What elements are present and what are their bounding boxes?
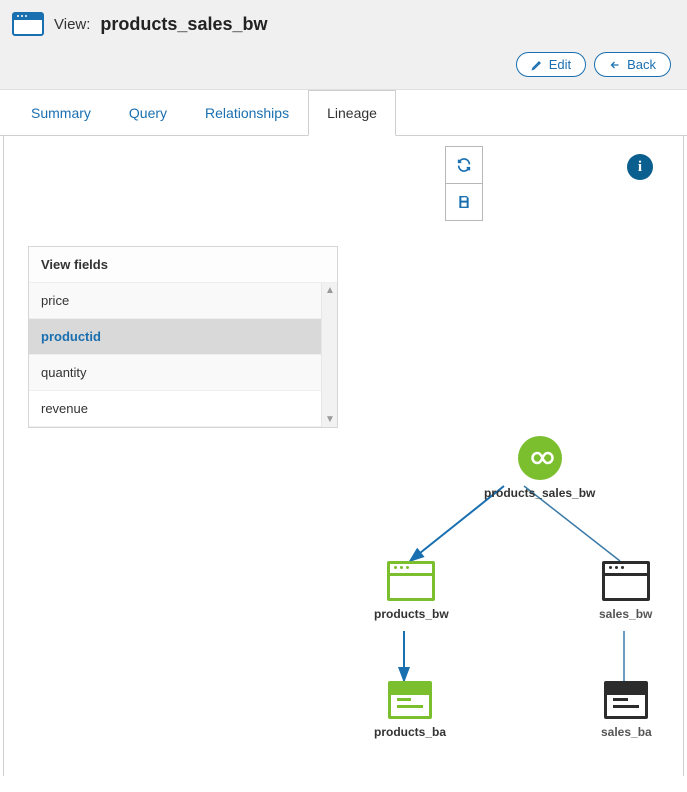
- node-label: sales_bw: [599, 607, 652, 621]
- back-button-label: Back: [627, 57, 656, 72]
- tab-lineage[interactable]: Lineage: [308, 90, 396, 136]
- field-label: revenue: [41, 401, 88, 416]
- save-icon: [456, 194, 472, 210]
- save-button[interactable]: [445, 183, 483, 221]
- view-fields-title: View fields: [29, 247, 337, 283]
- infinity-icon: [518, 436, 562, 480]
- field-row-revenue[interactable]: revenue: [29, 391, 321, 427]
- pencil-icon: [531, 59, 543, 71]
- info-icon: i: [638, 159, 642, 176]
- field-label: productid: [41, 329, 101, 344]
- lineage-graph[interactable]: products_sales_bw products_bw sales_bw p…: [324, 436, 684, 776]
- view-name: products_sales_bw: [100, 14, 267, 35]
- node-sales-ba[interactable]: sales_ba: [601, 681, 652, 739]
- field-row-quantity[interactable]: quantity: [29, 355, 321, 391]
- node-label: products_ba: [374, 725, 446, 739]
- tab-relationships[interactable]: Relationships: [186, 90, 308, 136]
- refresh-button[interactable]: [445, 146, 483, 184]
- node-sales-bw[interactable]: sales_bw: [599, 561, 652, 621]
- scroll-down-icon: ▼: [325, 414, 335, 425]
- field-label: price: [41, 293, 69, 308]
- node-label: products_bw: [374, 607, 449, 621]
- page-header: View: products_sales_bw Edit Back: [0, 0, 687, 90]
- node-label: sales_ba: [601, 725, 652, 739]
- edit-button[interactable]: Edit: [516, 52, 586, 77]
- graph-toolbar: [445, 146, 483, 220]
- tab-label: Relationships: [205, 105, 289, 121]
- field-row-productid[interactable]: productid: [29, 319, 321, 355]
- node-products-ba[interactable]: products_ba: [374, 681, 446, 739]
- edit-button-label: Edit: [549, 57, 571, 72]
- refresh-icon: [456, 157, 472, 173]
- fields-scrollbar[interactable]: ▲ ▼: [321, 283, 337, 427]
- node-products-sales-bw[interactable]: products_sales_bw: [484, 436, 595, 500]
- lineage-panel: i View fields price productid quantity r…: [3, 136, 684, 776]
- tab-label: Summary: [31, 105, 91, 121]
- tab-label: Lineage: [327, 105, 377, 121]
- view-type-label: View:: [54, 16, 90, 33]
- info-button[interactable]: i: [627, 154, 653, 180]
- view-icon: [602, 561, 650, 601]
- tab-query[interactable]: Query: [110, 90, 186, 136]
- view-fields-panel: View fields price productid quantity rev…: [28, 246, 338, 428]
- field-label: quantity: [41, 365, 87, 380]
- view-type-icon: [12, 12, 44, 36]
- field-row-price[interactable]: price: [29, 283, 321, 319]
- datasource-icon: [388, 681, 432, 719]
- tab-summary[interactable]: Summary: [12, 90, 110, 136]
- back-button[interactable]: Back: [594, 52, 671, 77]
- view-icon: [387, 561, 435, 601]
- datasource-icon: [604, 681, 648, 719]
- node-products-bw[interactable]: products_bw: [374, 561, 449, 621]
- node-label: products_sales_bw: [484, 486, 595, 500]
- tab-label: Query: [129, 105, 167, 121]
- tabs-bar: Summary Query Relationships Lineage: [0, 90, 687, 136]
- scroll-up-icon: ▲: [325, 285, 335, 296]
- arrow-left-icon: [609, 59, 621, 71]
